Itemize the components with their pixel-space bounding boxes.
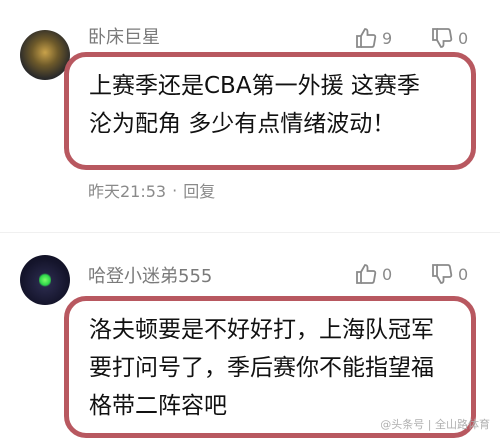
thumbs-down-icon	[432, 28, 453, 48]
timestamp: 昨天21:53	[88, 182, 167, 201]
dislike-count: 0	[458, 28, 469, 48]
comment-meta: 昨天21:53 · 回复	[88, 178, 215, 202]
like-count: 0	[382, 264, 393, 284]
comment-text-line: 要打问号了，季后赛你不能指望福	[89, 355, 434, 381]
like-button[interactable]: 0	[354, 262, 392, 286]
avatar[interactable]	[20, 30, 70, 80]
comment-text-highlight: 上赛季还是CBA第一外援 这赛季 沦为配角 多少有点情绪波动！	[64, 52, 476, 170]
reply-button[interactable]: 回复	[183, 178, 215, 202]
thumbs-up-icon	[356, 28, 377, 48]
thumbs-up-icon	[356, 264, 377, 284]
meta-separator: ·	[172, 180, 178, 200]
avatar[interactable]	[20, 255, 70, 305]
username[interactable]: 哈登小迷弟555	[88, 262, 212, 288]
comment-text-line: 洛夫顿要是不好好打，上海队冠军	[89, 317, 434, 343]
dislike-button[interactable]: 0	[430, 26, 468, 50]
like-count: 9	[382, 28, 393, 48]
username[interactable]: 卧床巨星	[88, 23, 160, 49]
thumbs-down-icon	[432, 264, 453, 284]
divider	[0, 232, 500, 233]
dislike-count: 0	[458, 264, 469, 284]
watermark: @头条号 | 全山路体育	[380, 418, 490, 431]
like-button[interactable]: 9	[354, 26, 392, 50]
razer-logo-icon	[39, 273, 51, 287]
comment-text-line: 上赛季还是CBA第一外援 这赛季	[89, 73, 420, 99]
dislike-button[interactable]: 0	[430, 262, 468, 286]
comment-text-line: 沦为配角 多少有点情绪波动！	[89, 111, 396, 137]
